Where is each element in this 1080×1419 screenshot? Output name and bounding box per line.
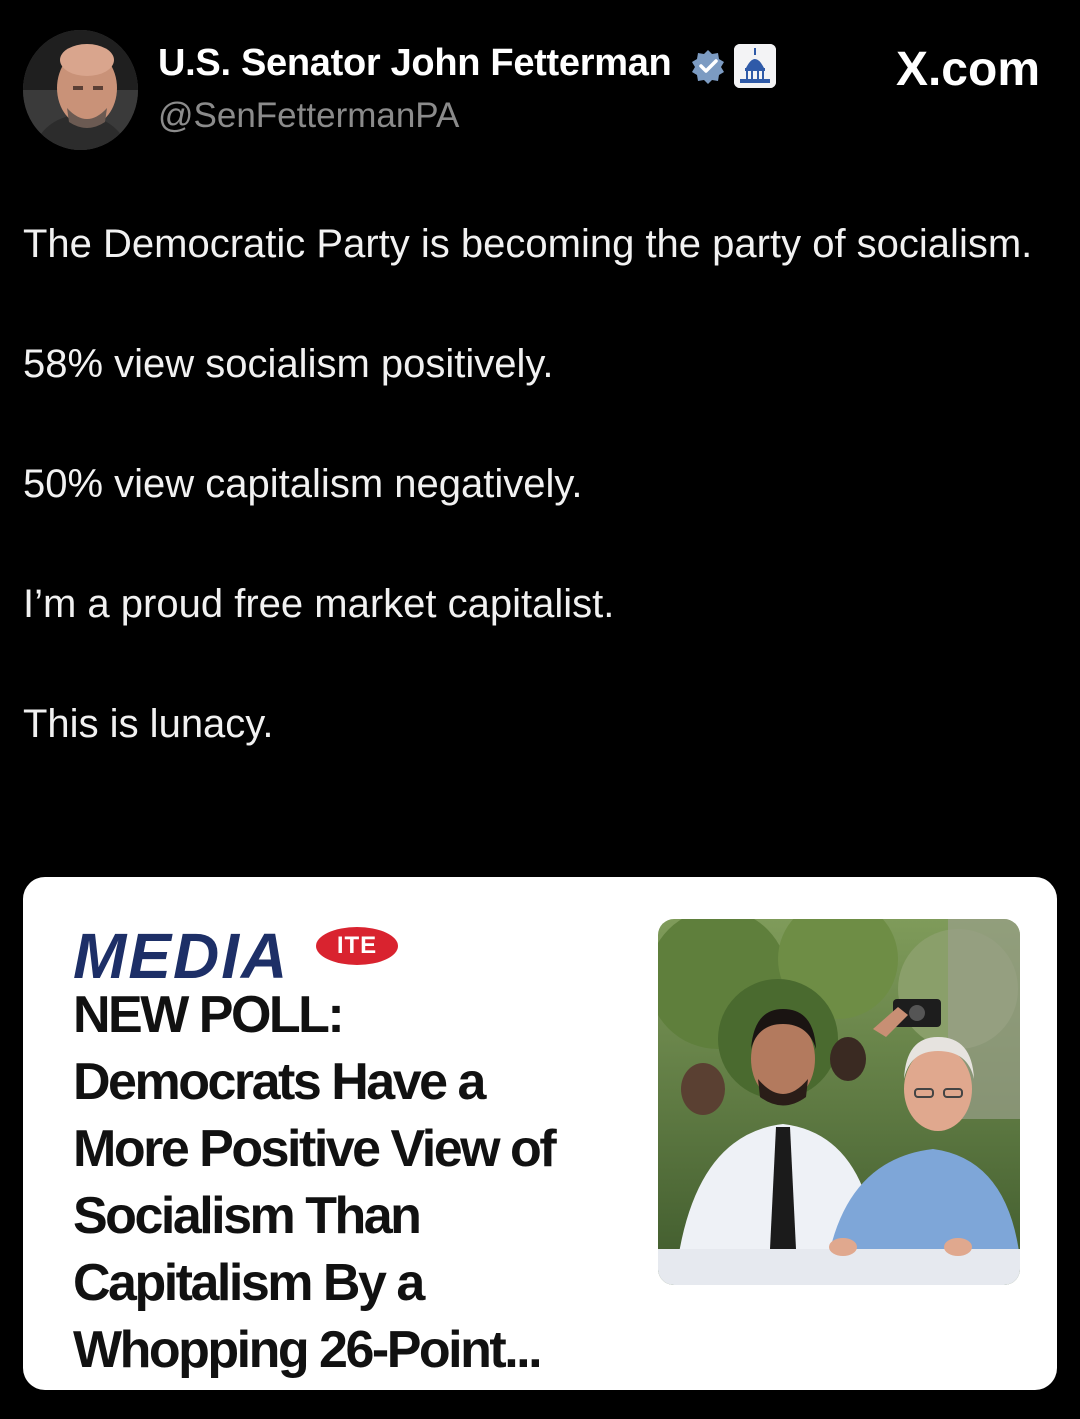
mediaite-logo-badge: ITE	[316, 927, 398, 965]
post-paragraph: The Democratic Party is becoming the par…	[23, 222, 1033, 266]
headline-line: Whopping 26-Point...	[73, 1321, 543, 1379]
post-paragraph: I’m a proud free market capitalist.	[23, 582, 615, 626]
link-card[interactable]: MEDIA ITE NEW POLL: Democrats Have a Mor…	[23, 877, 1057, 1390]
post-paragraph: 58% view socialism positively.	[23, 342, 554, 386]
headline-line: Socialism Than	[73, 1187, 422, 1245]
headline-line: Capitalism By a	[73, 1254, 425, 1312]
headline-line: More Positive View of	[73, 1120, 557, 1178]
card-headline[interactable]: NEW POLL: Democrats Have a More Positive…	[73, 982, 633, 1384]
verified-badge-icon[interactable]	[690, 48, 726, 84]
author-handle[interactable]: @SenFettermanPA	[158, 96, 459, 136]
post-paragraph: 50% view capitalism negatively.	[23, 462, 583, 506]
capitol-dome-icon[interactable]	[734, 44, 776, 88]
author-display-name[interactable]: U.S. Senator John Fetterman	[158, 42, 672, 85]
post-text: The Democratic Party is becoming the par…	[23, 214, 1043, 754]
post-paragraph: This is lunacy.	[23, 702, 274, 746]
headline-line: NEW POLL:	[73, 986, 345, 1044]
article-thumbnail-image[interactable]	[658, 919, 1020, 1285]
site-label: X.com	[895, 43, 1040, 96]
avatar[interactable]	[23, 30, 138, 150]
headline-line: Democrats Have a	[73, 1053, 486, 1111]
